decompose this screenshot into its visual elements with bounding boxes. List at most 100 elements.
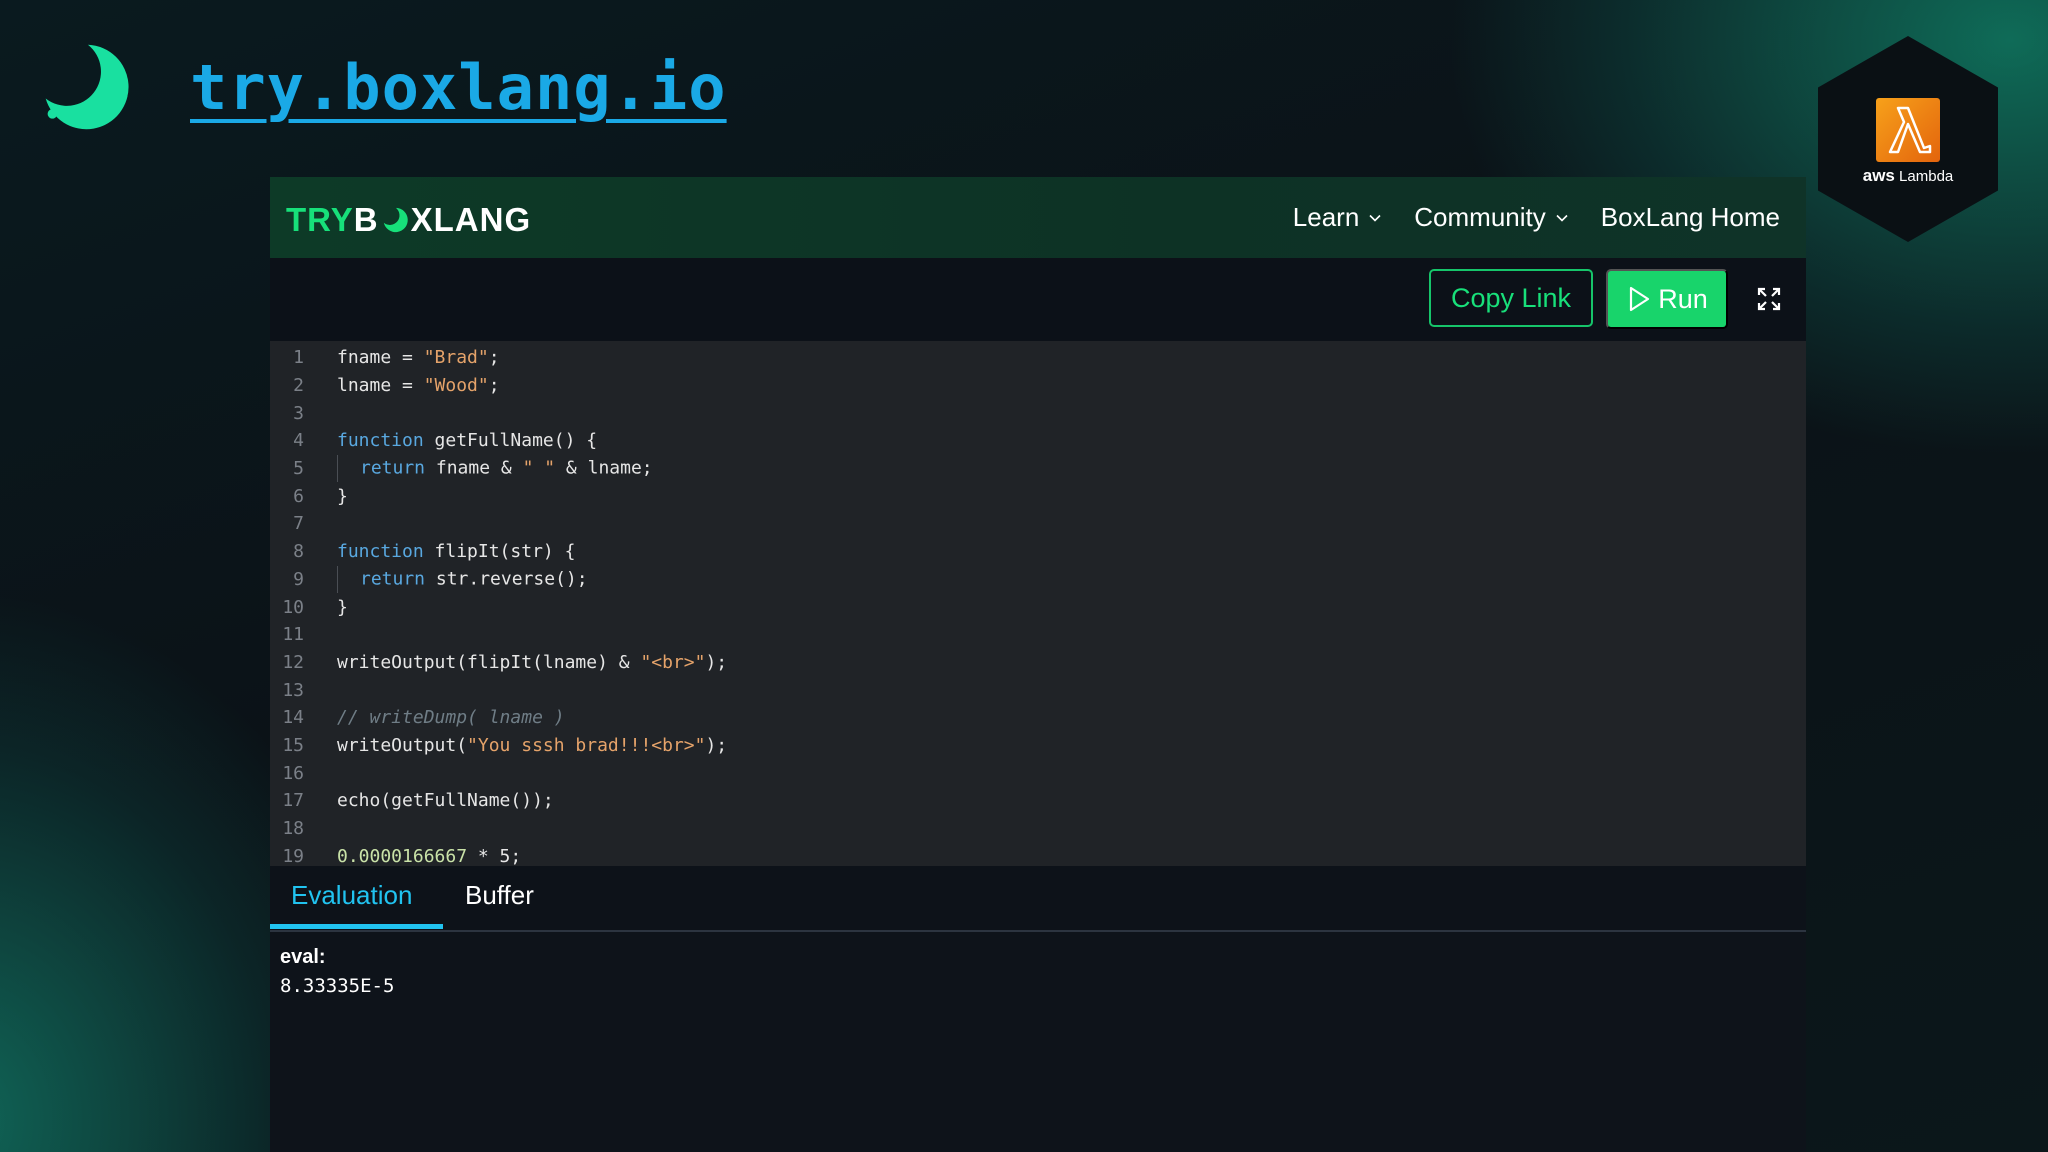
run-label: Run — [1658, 283, 1708, 314]
code-token: " " — [522, 457, 556, 479]
code-line[interactable]: 16 — [270, 759, 1806, 787]
code-text: } — [337, 597, 348, 618]
line-number: 3 — [293, 402, 304, 424]
code-token: ; — [488, 347, 500, 369]
code-line[interactable]: 2 lname = "Wood"; — [270, 372, 1806, 400]
logo-moon-icon — [383, 207, 408, 233]
output-tabs: Evaluation Buffer — [270, 866, 1806, 932]
code-token: ); — [705, 734, 728, 756]
code-token: return — [360, 568, 426, 590]
line-number: 1 — [293, 347, 304, 369]
navbar: TRY B XLANG Learn Community BoxLang Home — [270, 177, 1806, 258]
fullscreen-icon[interactable] — [1755, 285, 1783, 313]
code-line[interactable]: 5 return fname & " " & lname; — [270, 455, 1806, 483]
code-line[interactable]: 14 // writeDump( lname ) — [270, 704, 1806, 732]
try-boxlang-app: TRY B XLANG Learn Community BoxLang Home… — [270, 177, 1806, 1152]
editor-toolbar: Copy Link Run — [270, 258, 1806, 341]
logo-try: TRY — [286, 201, 354, 238]
code-token: flipIt(str) { — [423, 541, 576, 563]
line-number: 12 — [282, 651, 304, 673]
brand-header: try.boxlang.io — [38, 38, 727, 136]
code-line[interactable]: 7 — [270, 510, 1806, 538]
code-token: echo(getFullName()); — [337, 790, 554, 812]
code-token: } — [337, 596, 348, 618]
logo-xlang: XLANG — [410, 201, 532, 238]
code-line[interactable]: 18 — [270, 815, 1806, 843]
aws-lambda-badge: aws Lambda — [1818, 36, 1998, 242]
code-token: str.reverse(); — [425, 568, 588, 590]
chevron-down-icon — [1369, 214, 1381, 222]
nav-home-label: BoxLang Home — [1600, 202, 1780, 232]
code-token: return — [360, 457, 426, 479]
code-token: } — [337, 485, 348, 507]
code-token: // writeDump( lname ) — [337, 707, 565, 729]
nav-item-community[interactable]: Community — [1414, 202, 1568, 233]
code-text: writeOutput("You sssh brad!!!<br>"); — [337, 735, 727, 756]
chevron-down-icon — [1556, 214, 1568, 222]
nav-learn-label: Learn — [1292, 202, 1360, 232]
code-text: } — [337, 486, 348, 507]
code-line[interactable]: 15 writeOutput("You sssh brad!!!<br>"); — [270, 732, 1806, 760]
code-line[interactable]: 9 return str.reverse(); — [270, 565, 1806, 594]
logo-b: B — [353, 201, 379, 238]
tab-evaluation[interactable]: Evaluation — [291, 880, 412, 911]
code-line[interactable]: 17 echo(getFullName()); — [270, 787, 1806, 815]
run-button[interactable]: Run — [1606, 269, 1728, 329]
line-number: 2 — [293, 375, 304, 397]
tab-buffer[interactable]: Buffer — [465, 880, 534, 911]
nav-item-learn[interactable]: Learn — [1293, 202, 1383, 233]
lambda-icon — [1876, 98, 1940, 162]
line-number: 9 — [293, 568, 304, 590]
code-token: fname & — [425, 457, 523, 479]
code-token: & lname; — [555, 457, 653, 479]
code-text: 0.0000166667 * 5; — [337, 846, 521, 867]
code-line[interactable]: 13 — [270, 676, 1806, 704]
boxlang-logo-icon — [45, 44, 129, 130]
code-line[interactable]: 4 function getFullName() { — [270, 427, 1806, 455]
line-number: 6 — [293, 485, 304, 507]
code-token: writeOutput(flipIt(lname) & — [337, 651, 641, 673]
code-token: function — [337, 430, 424, 452]
line-number: 8 — [293, 541, 304, 563]
code-token: fname = — [337, 347, 424, 369]
code-token: "Brad" — [423, 347, 489, 369]
code-line[interactable]: 12 writeOutput(flipIt(lname) & "<br>"); — [270, 649, 1806, 677]
code-line[interactable]: 1 fname = "Brad"; — [270, 344, 1806, 372]
line-number: 18 — [282, 818, 304, 840]
code-line[interactable]: 6} — [270, 482, 1806, 510]
copy-link-button[interactable]: Copy Link — [1429, 269, 1593, 327]
line-number: 17 — [282, 790, 304, 812]
eval-result: 8.33335E-5 — [280, 975, 395, 997]
code-token: lname = — [337, 375, 424, 397]
code-text: echo(getFullName()); — [337, 790, 554, 811]
line-number: 19 — [282, 845, 304, 867]
code-text: function flipIt(str) { — [337, 541, 575, 562]
line-number: 4 — [293, 430, 304, 452]
line-number: 10 — [282, 596, 304, 618]
tryboxlang-logo[interactable]: TRY B XLANG — [286, 201, 531, 239]
line-number: 7 — [293, 513, 304, 535]
code-token: "You sssh brad!!!<br>" — [467, 734, 706, 756]
eval-label: eval: — [280, 946, 326, 968]
code-token: * 5; — [467, 845, 522, 867]
code-token: "Wood" — [423, 375, 489, 397]
nav-item-boxlang-home[interactable]: BoxLang Home — [1601, 202, 1780, 233]
code-text: return str.reverse(); — [337, 565, 588, 593]
indent-guide — [337, 565, 360, 593]
code-line[interactable]: 3 — [270, 399, 1806, 427]
code-token: ); — [705, 651, 728, 673]
site-url-link[interactable]: try.boxlang.io — [190, 51, 727, 124]
code-line[interactable]: 10} — [270, 593, 1806, 621]
code-line[interactable]: 11 — [270, 621, 1806, 649]
line-number: 16 — [282, 762, 304, 784]
line-number: 5 — [293, 458, 304, 480]
code-text: fname = "Brad"; — [337, 347, 500, 368]
code-text: lname = "Wood"; — [337, 375, 500, 396]
indent-guide — [337, 455, 360, 483]
line-number: 11 — [282, 624, 304, 646]
play-icon — [1630, 286, 1650, 312]
code-text: // writeDump( lname ) — [337, 707, 565, 728]
output-panel: eval: 8.33335E-5 — [270, 932, 1806, 1011]
code-line[interactable]: 8 function flipIt(str) { — [270, 538, 1806, 566]
code-editor[interactable]: 1 fname = "Brad"; 2 lname = "Wood"; 3 4 functi… — [270, 341, 1806, 867]
